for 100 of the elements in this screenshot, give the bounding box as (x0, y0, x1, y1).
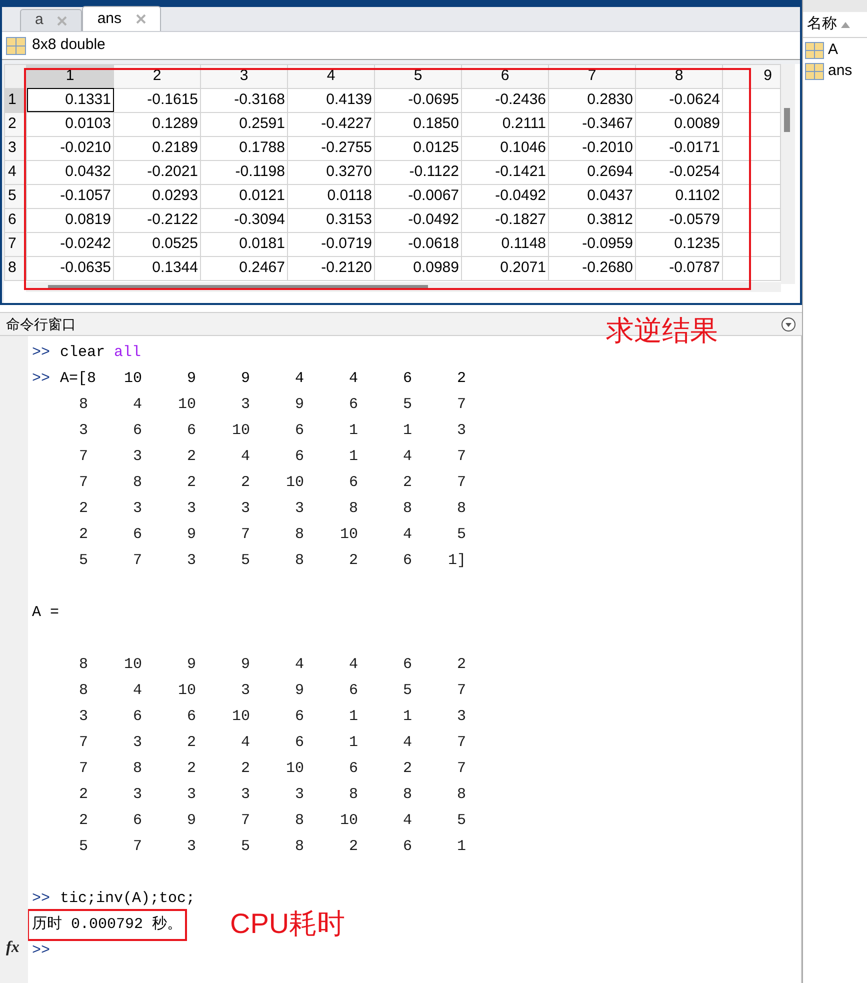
table-cell[interactable]: -0.0624 (636, 88, 722, 112)
table-cell[interactable]: 0.4139 (288, 88, 374, 112)
column-header[interactable]: 6 (462, 64, 548, 88)
matrix-value: 6 (294, 422, 304, 439)
matrix-value: 10 (232, 708, 250, 725)
matrix-value: 8 (402, 500, 412, 517)
table-cell[interactable]: -0.0719 (288, 232, 374, 256)
annotation-label: CPU耗时 (230, 907, 346, 941)
table-cell[interactable]: -0.1421 (462, 160, 548, 184)
sort-icon[interactable] (841, 22, 850, 28)
table-cell[interactable]: -0.0242 (26, 232, 114, 256)
column-header[interactable]: 4 (288, 64, 374, 88)
table-cell[interactable]: 0.0293 (114, 184, 200, 208)
matrix-value: 7 (78, 734, 88, 751)
table-cell[interactable]: -0.0492 (374, 208, 462, 232)
table-cell[interactable]: -0.3467 (548, 112, 636, 136)
function-button[interactable]: fx (6, 939, 20, 957)
table-cell[interactable]: -0.0171 (636, 136, 722, 160)
table-cell[interactable]: 0.1148 (462, 232, 548, 256)
matrix-value: 6 (186, 422, 196, 439)
table-cell[interactable]: -0.0618 (374, 232, 462, 256)
table-cell[interactable]: -0.1057 (26, 184, 114, 208)
table-cell[interactable]: 0.3270 (288, 160, 374, 184)
table-cell[interactable]: 0.1102 (636, 184, 722, 208)
table-cell[interactable]: -0.2010 (548, 136, 636, 160)
table-cell[interactable]: -0.0787 (636, 256, 722, 280)
table-cell[interactable]: -0.2122 (114, 208, 200, 232)
dropdown-icon[interactable] (781, 316, 796, 332)
table-cell[interactable]: -0.0210 (26, 136, 114, 160)
matrix-value: 8 (456, 786, 466, 803)
table-cell[interactable]: 0.1788 (200, 136, 288, 160)
table-cell[interactable]: -0.2436 (462, 88, 548, 112)
table-cell[interactable]: 0.3812 (548, 208, 636, 232)
matrix-value: 7 (240, 526, 250, 543)
table-cell[interactable]: 0.2189 (114, 136, 200, 160)
close-icon[interactable] (57, 16, 68, 26)
table-cell[interactable]: -0.2755 (288, 136, 374, 160)
column-header[interactable]: 名称 (807, 13, 837, 36)
table-cell[interactable]: 0.0125 (374, 136, 462, 160)
table-cell[interactable]: -0.0492 (462, 184, 548, 208)
matrix-value: 9 (186, 812, 196, 829)
table-cell[interactable]: 0.0432 (26, 160, 114, 184)
table-cell[interactable]: 0.1235 (636, 232, 722, 256)
table-cell[interactable]: 0.0103 (26, 112, 114, 136)
tab[interactable]: ans (82, 6, 161, 31)
table-cell[interactable]: -0.0635 (26, 256, 114, 280)
tab[interactable]: a (20, 9, 82, 31)
table-cell[interactable]: 0.0181 (200, 232, 288, 256)
table-cell[interactable]: -0.1827 (462, 208, 548, 232)
table-cell[interactable]: -0.1122 (374, 160, 462, 184)
table-cell[interactable]: -0.1198 (200, 160, 288, 184)
table-cell[interactable]: -0.3094 (200, 208, 288, 232)
table-cell[interactable]: -0.0254 (636, 160, 722, 184)
table-cell[interactable]: 0.1046 (462, 136, 548, 160)
table-cell[interactable]: 0.0118 (288, 184, 374, 208)
matrix-value: 5 (78, 838, 88, 855)
table-cell[interactable]: 0.0989 (374, 256, 462, 280)
matrix-value: 7 (456, 760, 466, 777)
table-cell[interactable]: 0.2111 (462, 112, 548, 136)
variable-name[interactable]: ans (828, 60, 852, 83)
vertical-scrollbar[interactable] (781, 64, 795, 284)
table-cell[interactable]: -0.2021 (114, 160, 200, 184)
matrix-value: 6 (348, 760, 358, 777)
table-cell[interactable]: 0.2467 (200, 256, 288, 280)
command-text: clear all (60, 343, 142, 363)
table-cell[interactable]: -0.0067 (374, 184, 462, 208)
table-cell[interactable]: 0.0121 (200, 184, 288, 208)
matrix-value: 6 (402, 656, 412, 673)
table-cell[interactable]: 0.2071 (462, 256, 548, 280)
matrix-value: 8 (132, 760, 142, 777)
table-cell[interactable]: 0.2591 (200, 112, 288, 136)
table-cell[interactable]: -0.1615 (114, 88, 200, 112)
table-cell[interactable]: -0.4227 (288, 112, 374, 136)
table-cell[interactable]: 0.3153 (288, 208, 374, 232)
table-cell[interactable]: 0.0525 (114, 232, 200, 256)
matrix-value: 2 (78, 812, 88, 829)
table-cell[interactable]: 0.1289 (114, 112, 200, 136)
matrix-value: 3 (240, 682, 250, 699)
table-cell[interactable]: 0.0819 (26, 208, 114, 232)
column-header[interactable]: 8 (636, 64, 722, 88)
table-cell[interactable]: 0.0437 (548, 184, 636, 208)
table-cell[interactable]: 0.0089 (636, 112, 722, 136)
close-icon[interactable] (136, 14, 146, 24)
column-header[interactable]: 9 (722, 64, 780, 88)
table-cell[interactable]: -0.0695 (374, 88, 462, 112)
matrix-value: 1 (402, 708, 412, 725)
table-cell[interactable]: -0.0579 (636, 208, 722, 232)
table-cell[interactable]: -0.2680 (548, 256, 636, 280)
table-cell[interactable]: -0.3168 (200, 88, 288, 112)
matrix-value: 2 (402, 474, 412, 491)
table-cell[interactable]: 0.1344 (114, 256, 200, 280)
table-cell[interactable]: 0.1850 (374, 112, 462, 136)
table-cell[interactable]: 0.2830 (548, 88, 636, 112)
column-header[interactable]: 1 (26, 64, 114, 88)
matrix-value: 1 (348, 448, 358, 465)
table-cell[interactable]: -0.0959 (548, 232, 636, 256)
table-cell[interactable]: 0.2694 (548, 160, 636, 184)
table-cell[interactable]: -0.2120 (288, 256, 374, 280)
variable-name[interactable]: A (828, 39, 838, 62)
table-cell[interactable]: 0.1331 (26, 88, 114, 112)
